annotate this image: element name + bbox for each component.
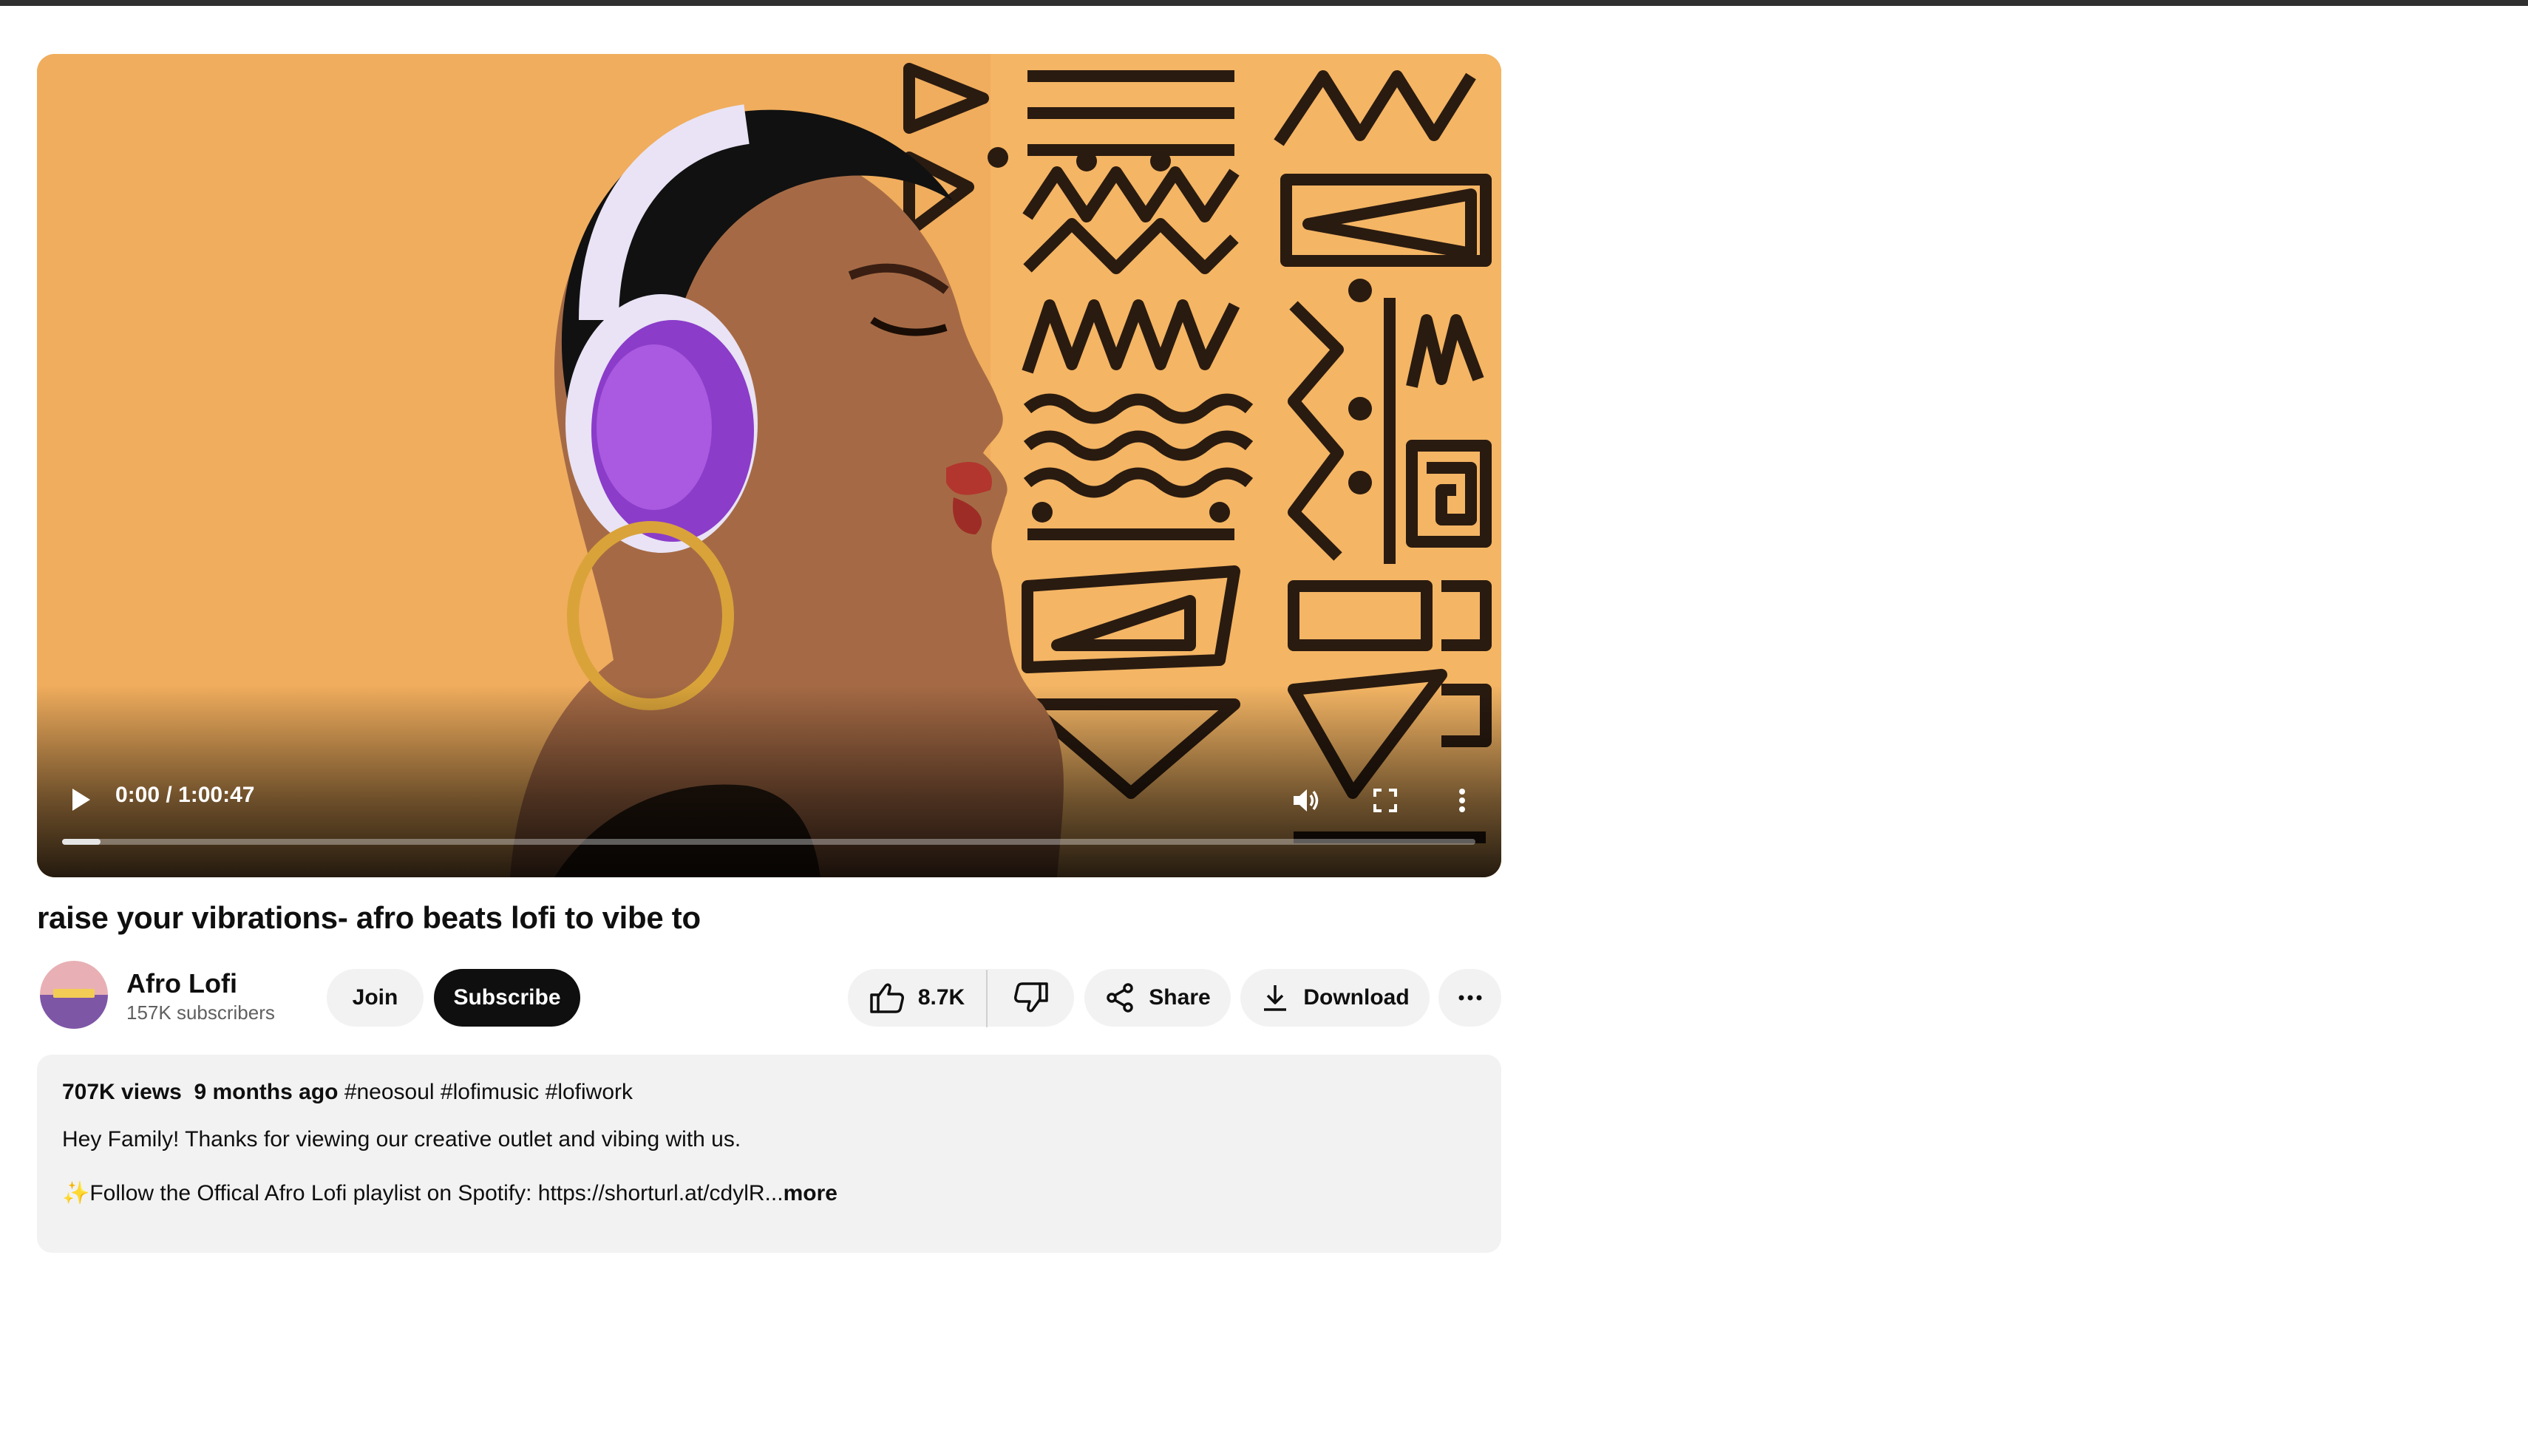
description-line-1: Hey Family! Thanks for viewing our creat… [62,1127,741,1151]
video-player[interactable]: 0:00 / 1:00:47 [37,54,1501,877]
channel-avatar[interactable] [40,961,108,1029]
upload-date: 9 months ago [194,1080,339,1104]
description-line-2: ✨Follow the Offical Afro Lofi playlist o… [62,1180,837,1206]
download-icon [1260,982,1290,1013]
progress-bar[interactable] [62,839,1475,845]
avatar-bottom [40,995,108,1029]
subscriber-count: 157K subscribers [126,1001,275,1024]
channel-name[interactable]: Afro Lofi [126,968,237,999]
avatar-logo-band [53,989,95,998]
thumbs-down-icon [1013,982,1049,1014]
mute-button[interactable] [1286,780,1328,821]
download-label: Download [1303,985,1410,1010]
controls-gradient [37,685,1501,877]
more-horiz-icon [1458,994,1483,1001]
play-button[interactable] [62,781,99,818]
fullscreen-button[interactable] [1365,780,1406,821]
play-icon [72,789,90,811]
sparkles-emoji: ✨ [62,1181,90,1205]
top-bar [0,0,2528,6]
share-label: Share [1149,985,1211,1010]
player-menu-button[interactable] [1441,780,1483,821]
more-actions-button[interactable] [1438,969,1501,1027]
download-button[interactable]: Download [1240,969,1430,1027]
volume-icon [1294,789,1319,812]
share-icon [1104,982,1135,1013]
thumbs-up-icon [869,982,905,1014]
description-line-2-text: Follow the Offical Afro Lofi playlist on… [89,1181,784,1205]
share-button[interactable]: Share [1084,969,1231,1027]
subscribe-button[interactable]: Subscribe [434,969,580,1027]
description-meta: 707K views 9 months ago #neosoul #lofimu… [62,1080,633,1105]
dislike-button[interactable] [988,969,1074,1027]
progress-played [62,839,101,845]
more-link[interactable]: more [784,1181,837,1205]
join-label: Join [352,985,398,1010]
view-count: 707K views [62,1080,182,1104]
video-title: raise your vibrations- afro beats lofi t… [37,900,701,935]
join-button[interactable]: Join [327,969,424,1027]
like-button[interactable]: 8.7K [848,969,986,1027]
hashtags[interactable]: #neosoul #lofimusic #lofiwork [344,1080,633,1104]
like-count: 8.7K [917,985,965,1010]
subscribe-label: Subscribe [453,985,561,1010]
fullscreen-icon [1373,789,1397,812]
time-display: 0:00 / 1:00:47 [115,783,255,807]
more-vert-icon [1459,789,1465,812]
